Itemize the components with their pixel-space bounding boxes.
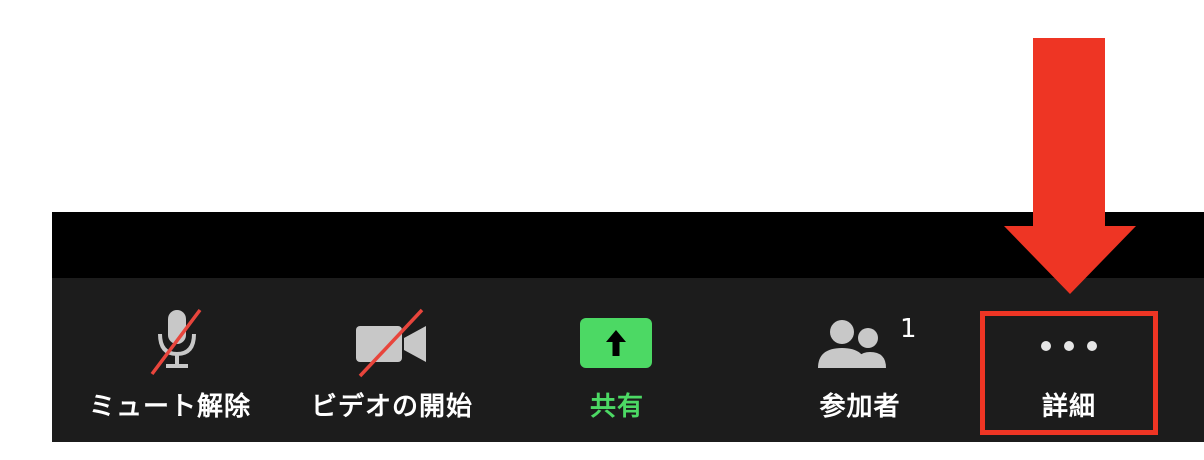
zoom-toolbar-screenshot: ミュート解除 ビデオの開始 共有 1 参加者 詳細 [0,0,1204,460]
microphone-muted-icon [150,308,202,376]
more-button-highlight-box [980,311,1158,435]
share-screen-up-arrow-icon [580,318,652,368]
start-video-button[interactable]: ビデオの開始 [302,278,482,442]
video-camera-off-icon [356,308,426,378]
participants-icon [818,320,886,368]
participants-button[interactable]: 1 参加者 [780,278,940,442]
unmute-button[interactable]: ミュート解除 [70,278,270,442]
participants-label: 参加者 [819,392,901,422]
share-label: 共有 [589,392,644,422]
participants-count-badge: 1 [900,314,917,344]
unmute-label: ミュート解除 [88,392,251,422]
share-button[interactable]: 共有 [552,278,682,442]
start-video-label: ビデオの開始 [310,392,473,422]
red-down-arrow-icon [1004,38,1136,294]
